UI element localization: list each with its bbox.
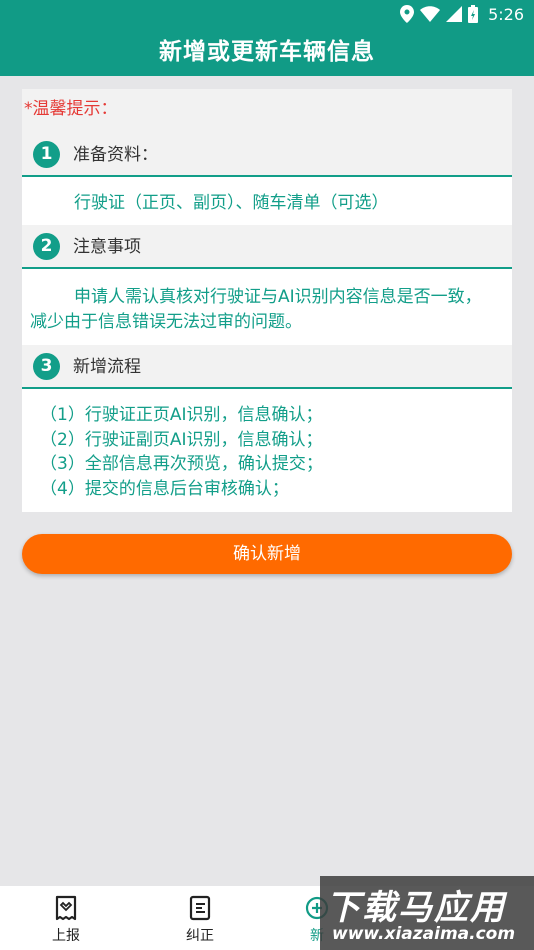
section-header-notes: 2 注意事项 (22, 225, 512, 269)
section-body-prepare: 行驶证（正页、副页）、随车清单（可选） (22, 181, 512, 225)
section-title: 注意事项 (73, 237, 141, 257)
watermark-title: 下载马应用 (326, 888, 506, 928)
status-time: 5:26 (488, 4, 524, 24)
location-icon (400, 5, 415, 23)
status-bar: 5:26 (0, 0, 534, 28)
nav-label: 纠正 (186, 928, 214, 944)
section-header-process: 3 新增流程 (22, 345, 512, 389)
report-icon (55, 895, 77, 921)
section-header-prepare: 1 准备资料： (22, 133, 512, 177)
warm-tip: *温馨提示： (22, 89, 512, 133)
process-step: （3）全部信息再次预览，确认提交； (40, 454, 323, 474)
page-title: 新增或更新车辆信息 (159, 39, 375, 65)
correct-icon (189, 895, 211, 921)
confirm-add-button[interactable]: 确认新增 (22, 534, 512, 574)
process-step: （2）行驶证副页AI识别，信息确认； (40, 429, 323, 450)
signal-icon (446, 6, 463, 22)
status-icons: 5:26 (400, 4, 524, 24)
watermark: 下载马应用 www.xiazaima.com (320, 876, 534, 950)
section-title: 新增流程 (73, 357, 141, 377)
section-title: 准备资料： (73, 145, 158, 165)
section-body-notes: 申请人需认真核对行驶证与AI识别内容信息是否一致， 减少由于信息错误无法过审的问… (22, 273, 512, 345)
process-step: （4）提交的信息后台审核确认； (40, 478, 289, 499)
section-text: 申请人需认真核对行驶证与AI识别内容信息是否一致， (74, 287, 482, 307)
step-number-icon: 1 (33, 141, 60, 168)
watermark-url: www.xiazaima.com (332, 924, 516, 944)
step-number-icon: 2 (33, 233, 60, 260)
section-text: 行驶证（正页、副页）、随车清单（可选） (74, 193, 389, 213)
battery-icon (468, 5, 479, 23)
app-bar: 新增或更新车辆信息 (0, 28, 534, 76)
nav-item-correct[interactable]: 纠正 (165, 894, 235, 945)
nav-label: 上报 (52, 928, 80, 944)
wifi-icon (420, 6, 441, 22)
nav-item-report[interactable]: 上报 (31, 894, 101, 945)
section-body-process: （1）行驶证正页AI识别，信息确认； （2）行驶证副页AI识别，信息确认； （3… (22, 393, 512, 512)
section-text: 减少由于信息错误无法过审的问题。 (30, 312, 302, 332)
process-step: （1）行驶证正页AI识别，信息确认； (40, 405, 323, 425)
step-number-icon: 3 (33, 353, 60, 380)
